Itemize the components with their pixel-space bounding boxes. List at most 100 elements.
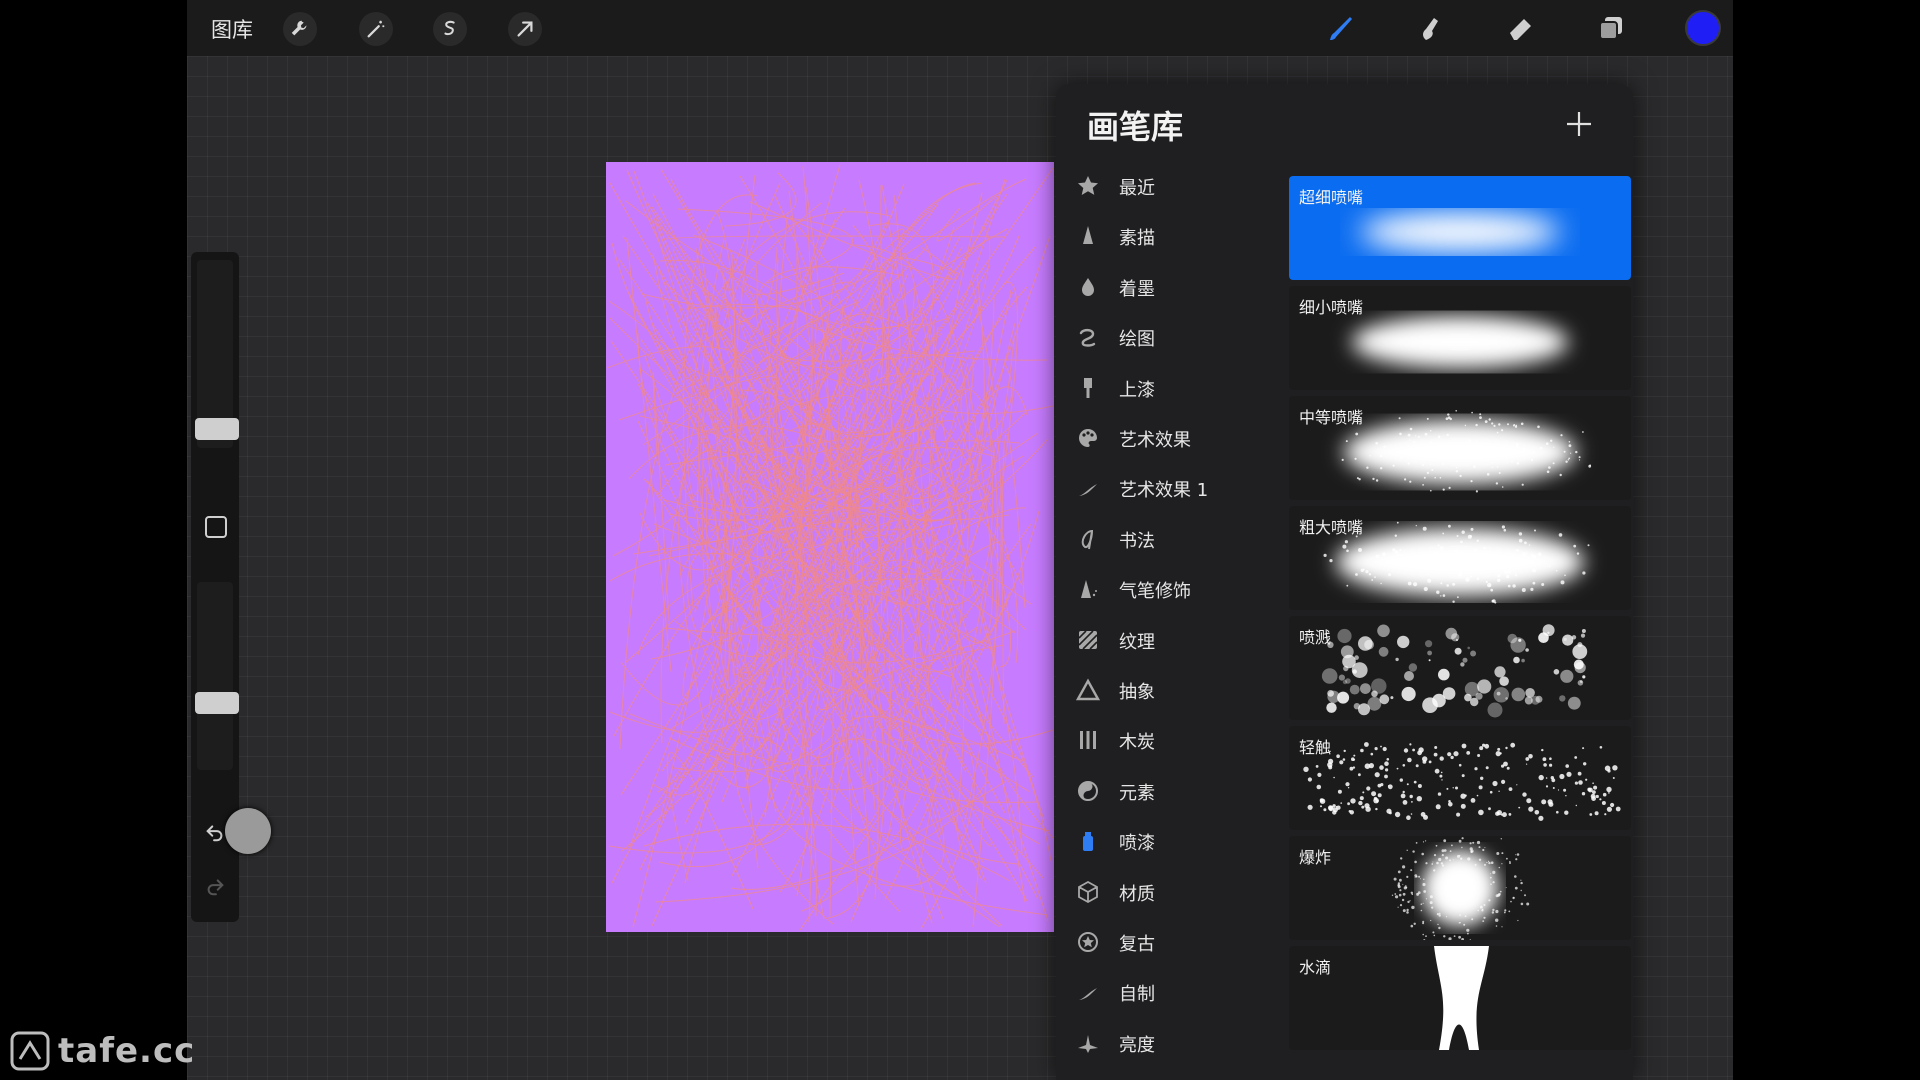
brush-library-title: 画笔库: [1087, 102, 1183, 148]
gallery-button[interactable]: 图库: [211, 14, 253, 44]
brush-name: 喷溅: [1299, 624, 1331, 648]
palette-icon: [1074, 424, 1102, 452]
brush-item[interactable]: 爆炸: [1289, 836, 1631, 940]
brush-category-label: 着墨: [1119, 275, 1155, 301]
brush-icon[interactable]: [1321, 8, 1361, 48]
brush-category-label: 最近: [1119, 174, 1155, 200]
top-toolbar: 图库: [187, 0, 1733, 56]
sparkle-icon: [1074, 1029, 1102, 1057]
brush-category-item[interactable]: 喷漆: [1056, 819, 1278, 863]
brush-category-label: 上漆: [1119, 376, 1155, 402]
ink-drop-icon: [1074, 273, 1102, 301]
brush-category-label: 材质: [1119, 880, 1155, 906]
brush-list: 超细喷嘴细小喷嘴中等喷嘴粗大喷嘴喷溅轻触爆炸水滴: [1289, 176, 1633, 1080]
brush-category-label: 素描: [1119, 224, 1155, 250]
modify-button[interactable]: [205, 516, 227, 538]
brush-category-item[interactable]: 艺术效果: [1056, 416, 1278, 460]
brush-category-label: 绘图: [1119, 325, 1155, 351]
brush-category-item[interactable]: 复古: [1056, 920, 1278, 964]
brush-category-label: 气笔修饰: [1119, 577, 1191, 603]
brush-category-label: 元素: [1119, 779, 1155, 805]
feather-stroke-icon: [1074, 978, 1102, 1006]
brush-library-panel: 画笔库 最近素描着墨绘图上漆艺术效果艺术效果 1 书法气笔修饰纹理抽象木炭元素喷漆…: [1056, 84, 1633, 1080]
charcoal-icon: [1074, 726, 1102, 754]
brush-category-label: 纹理: [1119, 628, 1155, 654]
brush-category-list: 最近素描着墨绘图上漆艺术效果艺术效果 1 书法气笔修饰纹理抽象木炭元素喷漆材质复古…: [1056, 164, 1278, 1080]
brush-name: 超细喷嘴: [1299, 184, 1363, 208]
brush-preview-stroke: [1289, 836, 1631, 940]
brush-category-item[interactable]: 抽象: [1056, 668, 1278, 712]
selection-icon[interactable]: [433, 12, 467, 46]
brush-name: 轻触: [1299, 734, 1331, 758]
watermark: tafe.cc: [10, 1028, 195, 1074]
redo-icon[interactable]: [201, 872, 229, 900]
add-brush-icon[interactable]: [1559, 104, 1599, 144]
badge-star-icon: [1074, 928, 1102, 956]
cube-icon: [1074, 878, 1102, 906]
pencil-tip-icon: [1074, 222, 1102, 250]
curl-icon: [1074, 323, 1102, 351]
feather-stroke-icon: [1074, 474, 1102, 502]
brush-preview-stroke: [1289, 616, 1631, 720]
brush-category-label: 艺术效果: [1119, 426, 1191, 452]
artwork-canvas[interactable]: [606, 162, 1054, 932]
brush-category-item[interactable]: 气笔修饰: [1056, 567, 1278, 611]
calligraphy-icon: [1074, 525, 1102, 553]
brush-category-label: 书法: [1119, 527, 1155, 553]
brush-category-item[interactable]: 自制: [1056, 970, 1278, 1014]
brush-category-item[interactable]: 元素: [1056, 769, 1278, 813]
brush-category-item[interactable]: 纹理: [1056, 618, 1278, 662]
scribble-strokes: [606, 162, 1054, 932]
brush-name: 细小喷嘴: [1299, 294, 1363, 318]
brush-category-label: 抽象: [1119, 678, 1155, 704]
paint-brush-icon: [1074, 374, 1102, 402]
brush-category-label: 木炭: [1119, 728, 1155, 754]
brush-category-item[interactable]: 上漆: [1056, 366, 1278, 410]
brush-category-item[interactable]: 书法: [1056, 517, 1278, 561]
brush-category-item[interactable]: 亮度: [1056, 1021, 1278, 1065]
airbrush-icon: [1074, 575, 1102, 603]
brush-item[interactable]: 轻触: [1289, 726, 1631, 830]
watermark-text: tafe.cc: [58, 1031, 195, 1071]
quick-shape-button[interactable]: [225, 808, 271, 854]
brush-category-item[interactable]: 艺术效果 1: [1056, 466, 1278, 510]
smudge-icon[interactable]: [1411, 8, 1451, 48]
brush-item[interactable]: 水滴: [1289, 946, 1631, 1050]
brush-category-label: 自制: [1119, 980, 1155, 1006]
brush-name: 爆炸: [1299, 844, 1331, 868]
wrench-icon[interactable]: [283, 12, 317, 46]
yin-yang-icon: [1074, 777, 1102, 805]
brush-preview-stroke: [1289, 946, 1631, 1050]
brush-item[interactable]: 中等喷嘴: [1289, 396, 1631, 500]
opacity-slider[interactable]: [197, 582, 233, 770]
opacity-thumb[interactable]: [195, 692, 239, 714]
eraser-icon[interactable]: [1501, 8, 1541, 48]
brush-name: 中等喷嘴: [1299, 404, 1363, 428]
color-picker[interactable]: [1685, 10, 1721, 46]
brush-category-item[interactable]: 素描: [1056, 214, 1278, 258]
magic-wand-icon[interactable]: [359, 12, 393, 46]
triangle-icon: [1074, 676, 1102, 704]
brush-category-item[interactable]: 木炭: [1056, 718, 1278, 762]
brush-category-item[interactable]: 着墨: [1056, 265, 1278, 309]
brush-item[interactable]: 喷溅: [1289, 616, 1631, 720]
brush-item-selected[interactable]: 超细喷嘴: [1289, 176, 1631, 280]
brush-category-label: 艺术效果 1: [1119, 476, 1208, 502]
layers-icon[interactable]: [1591, 8, 1631, 48]
brush-category-label: 复古: [1119, 930, 1155, 956]
brush-item[interactable]: 细小喷嘴: [1289, 286, 1631, 390]
brush-name: 粗大喷嘴: [1299, 514, 1363, 538]
texture-icon: [1074, 626, 1102, 654]
brush-category-item[interactable]: 最近: [1056, 164, 1278, 208]
transform-arrow-icon[interactable]: [508, 12, 542, 46]
watermark-logo-icon: [10, 1031, 50, 1071]
brush-category-label: 亮度: [1119, 1031, 1155, 1057]
star-icon: [1074, 172, 1102, 200]
brush-category-item[interactable]: 材质: [1056, 870, 1278, 914]
brush-item[interactable]: 粗大喷嘴: [1289, 506, 1631, 610]
brush-size-thumb[interactable]: [195, 418, 239, 440]
spray-can-icon: [1074, 827, 1102, 855]
brush-name: 水滴: [1299, 954, 1331, 978]
brush-preview-stroke: [1289, 726, 1631, 830]
brush-category-item[interactable]: 绘图: [1056, 315, 1278, 359]
